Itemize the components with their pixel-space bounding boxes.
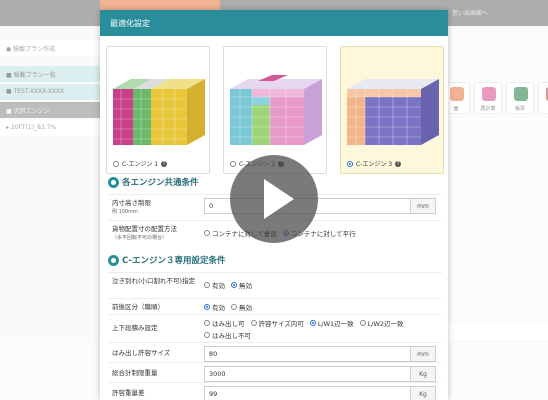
front-back-row: 前後区分（職順） 有効 無効 xyxy=(108,298,442,314)
total-weight-input[interactable]: 3000 xyxy=(204,366,410,382)
engine-3-radio[interactable]: C-エンジン 3 ? xyxy=(347,159,402,168)
overhang-input[interactable]: 80 xyxy=(204,346,410,362)
engine-card-1[interactable]: C-エンジン 1 ? xyxy=(106,46,210,174)
split-label: 泣き別れ(小口割れ不可)指定 xyxy=(112,277,196,285)
radio-selected-icon xyxy=(309,320,316,326)
total-weight-row: 総合計制限重量 3000 Kg xyxy=(108,362,442,382)
radio-icon xyxy=(359,320,366,326)
split-enabled-option[interactable]: 有効 xyxy=(204,280,225,290)
allow-weight-input[interactable]: 99 xyxy=(204,386,410,400)
unit-label: Kg xyxy=(410,366,436,382)
front-back-label: 前後区分（職順） xyxy=(112,303,164,311)
height-limit-example: 例 100mm xyxy=(112,209,138,215)
radio-selected-icon xyxy=(204,304,210,310)
radio-icon xyxy=(204,332,210,338)
stacking-within-size-option[interactable]: 許容サイズ内可 xyxy=(250,318,304,328)
front-back-disabled-option[interactable]: 無効 xyxy=(231,302,252,312)
radio-icon xyxy=(231,304,237,310)
overhang-row: はみ出し許容サイズ 80 mm xyxy=(108,342,442,362)
radio-icon xyxy=(230,160,236,167)
overhang-field: 80 mm xyxy=(204,346,436,362)
stacking-row: 上下段積み設定 はみ出し可 許容サイズ内可 L/W1辺一致 L/W2辺一致 はみ… xyxy=(108,314,442,340)
stacking-no-overhang-option[interactable]: はみ出し不可 xyxy=(204,330,251,340)
engine-2-illustration xyxy=(230,75,322,145)
orientation-label: 貨物配置寸の配置方法 xyxy=(112,225,177,233)
unit-label: Kg xyxy=(410,386,436,400)
allow-weight-row: 許容重量差 99 Kg xyxy=(108,382,442,400)
radio-icon xyxy=(250,320,257,326)
front-back-enabled-option[interactable]: 有効 xyxy=(204,302,225,312)
allow-weight-field: 99 Kg xyxy=(204,386,436,400)
help-icon[interactable]: ? xyxy=(395,160,402,167)
stacking-overhang-ok-option[interactable]: はみ出し可 xyxy=(204,318,245,328)
modal-title: 最適化設定 xyxy=(100,10,448,36)
radio-selected-icon xyxy=(347,160,353,167)
radio-icon xyxy=(204,230,210,236)
engine-1-illustration xyxy=(113,79,205,145)
engine3-section-title: C-エンジン３専用設定条件 xyxy=(108,254,225,266)
radio-icon xyxy=(113,160,119,167)
unit-label: mm xyxy=(410,198,436,214)
allow-weight-label: 許容重量差 xyxy=(112,389,145,397)
common-section-title: 各エンジン共通条件 xyxy=(108,176,199,188)
total-weight-field: 3000 Kg xyxy=(204,366,436,382)
radio-selected-icon xyxy=(231,282,237,288)
gear-icon xyxy=(108,254,119,266)
unit-label: mm xyxy=(410,346,436,362)
stacking-two-side-option[interactable]: L/W2辺一致 xyxy=(359,318,404,328)
engine-1-radio[interactable]: C-エンジン 1 ? xyxy=(113,159,168,168)
radio-icon xyxy=(204,320,210,326)
orientation-note: （水平回転不可の場合） xyxy=(112,235,168,241)
video-play-button[interactable] xyxy=(230,155,318,243)
total-weight-label: 総合計制限重量 xyxy=(112,369,158,377)
split-row: 泣き別れ(小口割れ不可)指定 有効 無効 xyxy=(108,272,442,298)
radio-icon xyxy=(204,282,210,288)
help-icon[interactable]: ? xyxy=(161,160,168,167)
engine-3-illustration xyxy=(347,79,439,145)
engine-card-3[interactable]: C-エンジン 3 ? xyxy=(340,46,444,174)
stacking-label: 上下段積み設定 xyxy=(112,324,158,332)
gear-icon xyxy=(108,176,119,188)
height-limit-label: 内寸高さ制限 xyxy=(112,199,151,207)
stacking-one-side-option[interactable]: L/W1辺一致 xyxy=(309,318,354,328)
overhang-label: はみ出し許容サイズ xyxy=(112,349,171,357)
split-disabled-option[interactable]: 無効 xyxy=(231,280,252,290)
